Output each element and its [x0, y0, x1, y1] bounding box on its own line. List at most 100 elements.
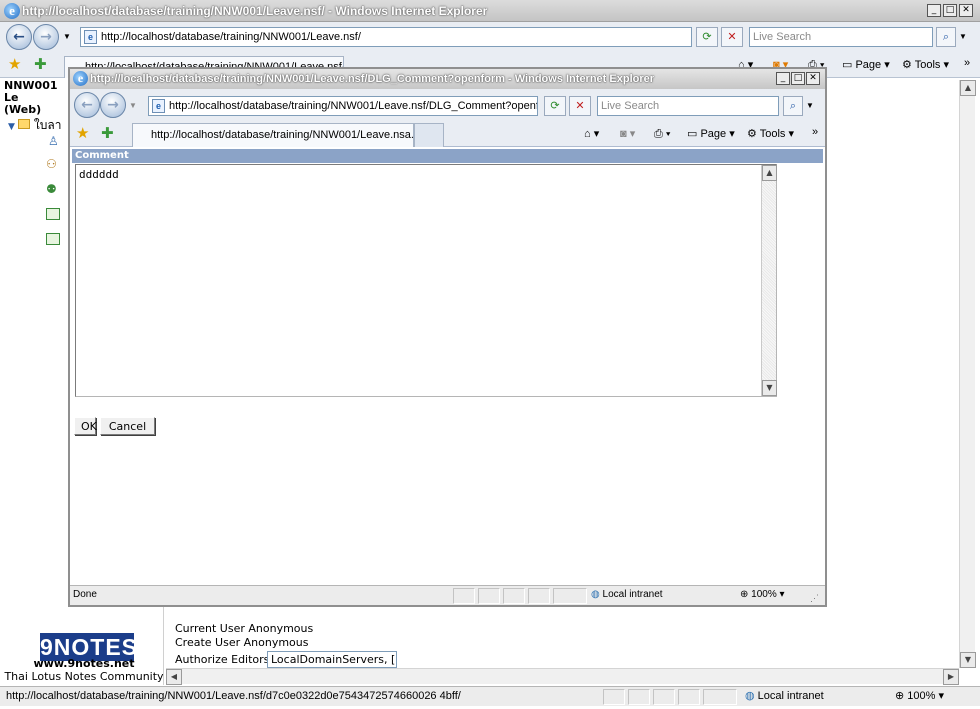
comment-section-header: Comment	[72, 149, 823, 163]
main-navigation-bar: ← → ▼ e http://localhost/database/traini…	[0, 22, 980, 52]
zoom-icon: ⊕	[895, 690, 905, 702]
dialog-feeds-icon[interactable]: ◙ ▾	[620, 127, 635, 141]
dialog-tools-menu-label: Tools	[759, 128, 786, 140]
dialog-page-menu-label: Page	[700, 128, 727, 140]
status-cell	[603, 689, 625, 705]
status-cell	[653, 689, 675, 705]
refresh-button[interactable]: ⟳	[696, 27, 718, 47]
forward-button[interactable]: →	[33, 24, 59, 50]
tools-menu[interactable]: ⚙ Tools ▾	[902, 58, 949, 72]
main-status-bar: http://localhost/database/training/NNW00…	[0, 686, 980, 706]
dialog-zone-label: Local intranet	[602, 589, 663, 600]
expand-triangle-icon[interactable]: ▼	[8, 122, 15, 132]
dialog-zoom[interactable]: ⊕ 100% ▾	[740, 586, 785, 604]
scroll-right-icon[interactable]: ▶	[943, 669, 959, 685]
dialog-back-button[interactable]: ←	[74, 92, 100, 118]
scroll-left-icon[interactable]: ◀	[166, 669, 182, 685]
tree-root[interactable]: ▼ ใบลา	[8, 116, 68, 135]
cancel-button[interactable]: Cancel	[100, 417, 155, 435]
dialog-add-favorites-icon[interactable]: ✚	[101, 125, 114, 141]
dialog-status-text: Done	[73, 589, 97, 600]
stop-button[interactable]: ✕	[721, 27, 743, 47]
dialog-tools-menu[interactable]: ⚙ Tools ▾	[747, 127, 794, 141]
view-icon-2[interactable]	[46, 233, 60, 245]
minimize-button[interactable]: _	[927, 4, 941, 17]
database-title: NNW001 Le (Web)	[4, 80, 74, 116]
dialog-print-icon[interactable]: ⎙ ▾	[654, 127, 670, 141]
dialog-maximize-button[interactable]: □	[791, 72, 805, 85]
dialog-title: http://localhost/database/training/NNW00…	[90, 73, 655, 85]
search-icon[interactable]: ⌕	[936, 27, 956, 47]
page-icon: e	[84, 30, 97, 44]
maximize-button[interactable]: □	[943, 4, 957, 17]
dialog-status-cell	[478, 588, 500, 604]
main-title-bar: e http://localhost/database/training/NNW…	[0, 0, 980, 22]
dialog-forward-button[interactable]: →	[100, 92, 126, 118]
scroll-up-icon[interactable]: ▲	[960, 80, 976, 96]
main-zoom-label: 100%	[907, 690, 936, 702]
add-favorites-icon[interactable]: ✚	[34, 56, 47, 72]
recent-pages-dropdown-icon[interactable]: ▼	[63, 30, 71, 44]
people-icon[interactable]: ⚉	[46, 182, 60, 196]
dialog-navigation-bar: ← → ▼ e http://localhost/database/traini…	[70, 89, 825, 121]
authorize-editors-label: Authorize Editors	[175, 653, 270, 666]
current-user-text: Current User Anonymous	[175, 622, 314, 635]
dialog-page-menu[interactable]: ▭ Page ▾	[687, 127, 735, 141]
comment-textarea[interactable]	[75, 164, 777, 397]
dialog-content: Comment ▲ ▼ OK Cancel	[70, 147, 825, 585]
comment-scrollbar[interactable]: ▲ ▼	[761, 165, 777, 396]
search-input[interactable]: Live Search	[749, 27, 933, 47]
logo-panel: 9NOTES www.9notes.net Thai Lotus Notes C…	[4, 607, 164, 685]
authorize-editors-field[interactable]: LocalDomainServers, [	[267, 651, 397, 668]
dialog-favorites-bar: ★ ✚ http://localhost/database/training/N…	[70, 121, 825, 147]
ie-logo-icon: e	[4, 3, 20, 19]
status-cell	[703, 689, 737, 705]
status-cell	[628, 689, 650, 705]
dialog-status-cell	[503, 588, 525, 604]
dialog-close-button[interactable]: ✕	[806, 72, 820, 85]
dialog-search-icon[interactable]: ⌕	[783, 96, 803, 116]
dialog-zoom-label: 100%	[751, 589, 777, 600]
dialog-status-cell	[553, 588, 587, 604]
ok-button[interactable]: OK	[74, 417, 97, 435]
dialog-stop-button[interactable]: ✕	[569, 96, 591, 116]
scroll-down-icon[interactable]: ▼	[960, 652, 976, 668]
brand-url: www.9notes.net	[33, 657, 135, 670]
view-icon[interactable]	[46, 208, 60, 220]
folder-icon	[18, 119, 31, 129]
main-zoom[interactable]: ⊕ 100% ▾	[895, 687, 944, 705]
main-zone-label: Local intranet	[757, 690, 824, 702]
toolbar-overflow-icon[interactable]: »	[964, 56, 970, 70]
dialog-intranet-globe-icon: ◍	[591, 589, 600, 600]
dialog-search-input[interactable]: Live Search	[597, 96, 779, 116]
dialog-refresh-button[interactable]: ⟳	[544, 96, 566, 116]
dialog-tab[interactable]: http://localhost/database/training/NNW00…	[132, 123, 414, 147]
new-tab-button[interactable]	[414, 123, 444, 147]
page-menu[interactable]: ▭ Page ▾	[842, 58, 890, 72]
dialog-home-icon[interactable]: ⌂ ▾	[584, 127, 599, 141]
dialog-zone[interactable]: ◍ Local intranet	[591, 586, 663, 604]
comment-scroll-down-icon[interactable]: ▼	[762, 380, 777, 396]
main-vertical-scrollbar[interactable]: ▲ ▼	[959, 80, 976, 668]
main-horizontal-scrollbar[interactable]: ◀ ▶	[166, 668, 959, 685]
dialog-minimize-button[interactable]: _	[776, 72, 790, 85]
address-bar[interactable]: e http://localhost/database/training/NNW…	[80, 27, 692, 47]
create-user-text: Create User Anonymous	[175, 636, 309, 649]
main-window-title: http://localhost/database/training/NNW00…	[22, 4, 488, 18]
dialog-status-cell	[453, 588, 475, 604]
user-icon[interactable]: ♙	[48, 134, 62, 148]
main-zone[interactable]: ◍ Local intranet	[745, 687, 824, 705]
dialog-favorites-star-icon[interactable]: ★	[76, 125, 89, 141]
favorites-star-icon[interactable]: ★	[8, 56, 21, 72]
back-button[interactable]: ←	[6, 24, 32, 50]
dialog-search-options-icon[interactable]: ▼	[806, 99, 814, 113]
user-group-icon[interactable]: ⚇	[46, 157, 60, 171]
dialog-address-bar[interactable]: e http://localhost/database/training/NNW…	[148, 96, 538, 116]
dialog-toolbar-overflow-icon[interactable]: »	[812, 125, 818, 139]
resize-grip-icon[interactable]: ⋰	[810, 589, 819, 607]
dialog-recent-dropdown-icon[interactable]: ▼	[129, 99, 137, 113]
comment-scroll-up-icon[interactable]: ▲	[762, 165, 777, 181]
dialog-address-text: http://localhost/database/training/NNW00…	[169, 100, 538, 112]
close-button[interactable]: ✕	[959, 4, 973, 17]
search-options-dropdown-icon[interactable]: ▼	[959, 30, 967, 44]
